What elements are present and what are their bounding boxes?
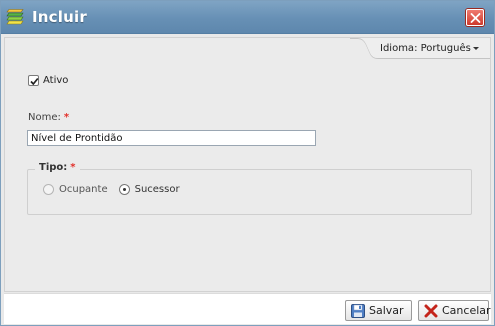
tipo-radio-group: Ocupante Sucessor [43,184,191,195]
title-bar[interactable]: Incluir [1,1,494,34]
nome-input[interactable] [27,130,316,146]
ativo-checkbox[interactable] [28,74,39,86]
chevron-down-icon[interactable] [473,47,479,50]
radio-label-ocupante: Ocupante [59,184,108,195]
radio-ocupante[interactable] [43,184,54,195]
red-x-icon [424,304,438,318]
nome-label-text: Nome: [28,112,61,123]
radio-option-sucessor[interactable]: Sucessor [118,184,180,195]
checkmark-icon [30,77,39,85]
ativo-label: Ativo [43,74,69,86]
radio-option-ocupante[interactable]: Ocupante [43,184,108,195]
form-panel: Idioma: Português Ativo Nome:* Tipo:* Oc… [4,37,491,292]
close-button[interactable] [466,9,484,26]
stack-layers-icon [6,9,26,26]
close-icon [470,13,481,23]
required-mark: * [70,162,76,173]
save-button[interactable]: Salvar [345,300,412,321]
dialog-window: Incluir Idioma: Português Ativo Nome: * … [0,0,495,326]
save-label: Salvar [369,304,404,317]
nome-label: Nome: * [28,112,69,123]
cancel-button[interactable]: Cancelar [418,300,491,321]
ativo-checkbox-row[interactable]: Ativo [28,73,68,87]
required-mark: * [63,112,70,123]
floppy-disk-icon [351,303,365,318]
radio-sucessor[interactable] [118,184,130,195]
radio-label-sucessor: Sucessor [134,184,180,195]
tipo-legend-text: Tipo: [39,162,68,173]
language-selector[interactable]: Idioma: Português [350,38,490,59]
tipo-legend: Tipo: * [35,162,80,173]
language-label[interactable]: Idioma: Português [380,43,471,54]
window-title: Incluir [32,8,87,26]
dialog-footer: Salvar Cancelar [4,293,491,324]
cancel-label: Cancelar [442,304,491,317]
